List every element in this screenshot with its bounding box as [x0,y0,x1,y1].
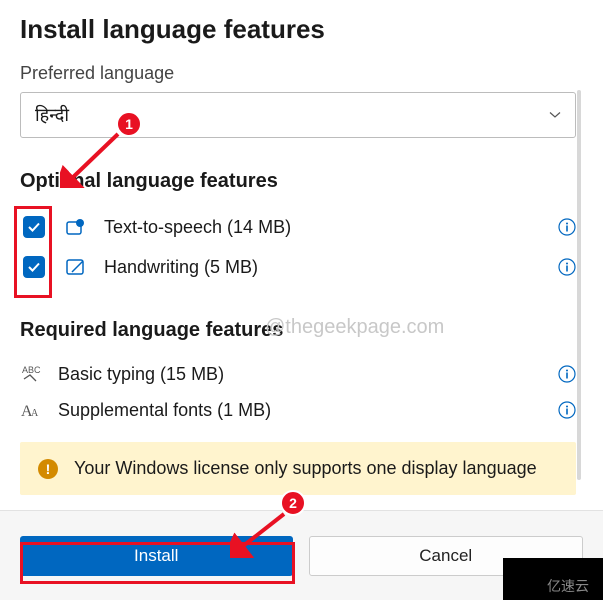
info-icon[interactable] [558,218,576,236]
license-warning-banner: ! Your Windows license only supports one… [20,442,576,495]
scrollbar[interactable] [577,90,581,480]
feature-supplemental-fonts: AA Supplemental fonts (1 MB) [20,392,576,428]
info-icon[interactable] [558,365,576,383]
page-title: Install language features [20,14,583,45]
svg-text:A: A [31,408,39,419]
preferred-language-dropdown[interactable]: हिन्दी [20,92,576,138]
feature-basic-typing: ABC Basic typing (15 MB) [20,356,576,392]
info-icon[interactable] [558,401,576,419]
feature-handwriting: Handwriting (5 MB) [20,247,576,287]
install-button[interactable]: Install [20,536,293,576]
info-icon[interactable] [558,258,576,276]
fonts-icon: AA [20,398,44,422]
required-features-header: Required language features [20,319,583,342]
dialog-body: Install language features Preferred lang… [0,0,603,510]
tts-checkbox[interactable] [23,216,45,238]
basic-typing-label: Basic typing (15 MB) [58,364,576,385]
preferred-language-label: Preferred language [20,63,583,84]
check-icon [27,220,41,234]
tts-label: Text-to-speech (14 MB) [104,217,576,238]
speech-icon [64,215,88,239]
handwriting-checkbox[interactable] [23,256,45,278]
optional-features-header: Optional language features [20,170,583,193]
handwriting-label: Handwriting (5 MB) [104,257,576,278]
corner-logo [503,558,603,600]
dropdown-value: हिन्दी [35,103,69,127]
chevron-down-icon [549,109,561,121]
typing-icon: ABC [20,362,44,386]
banner-text: Your Windows license only supports one d… [74,458,537,479]
check-icon [27,260,41,274]
warning-icon: ! [38,459,58,479]
svg-text:ABC: ABC [22,365,41,375]
supplemental-fonts-label: Supplemental fonts (1 MB) [58,400,576,421]
feature-text-to-speech: Text-to-speech (14 MB) [20,207,576,247]
handwriting-icon [64,255,88,279]
